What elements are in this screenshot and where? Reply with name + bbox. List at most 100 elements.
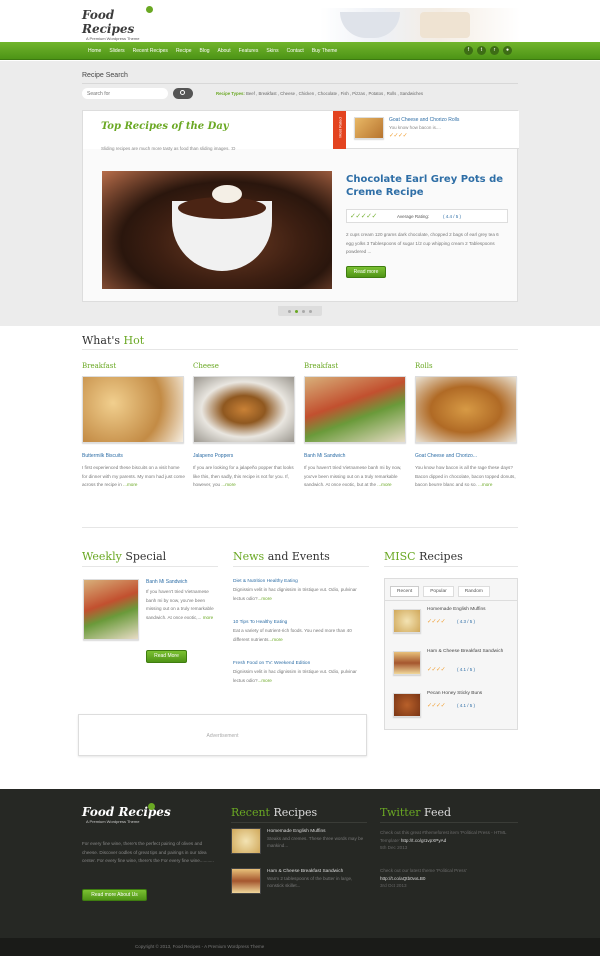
hot-item-more-link[interactable]: ...more [221, 482, 235, 487]
hot-item-category[interactable]: Rolls [415, 362, 518, 370]
misc-item-name[interactable]: Ham & Cheese Breakfast Sandwich [427, 649, 513, 656]
nav-item-features[interactable]: Features [235, 42, 263, 60]
tweet-link[interactable]: http://t.co/gI1vpXPyAd [401, 838, 446, 843]
misc-title-a: MISC [384, 550, 416, 563]
slider-dot-1[interactable] [288, 309, 291, 313]
tab-recent[interactable]: Recent [390, 586, 420, 597]
flickr-icon[interactable]: ● [503, 46, 512, 55]
hot-item-category[interactable]: Breakfast [304, 362, 407, 370]
news-item-title[interactable]: 10 Tips To Healthy Eating [233, 620, 369, 625]
footer-recent-title[interactable]: Homemade English Muffins [267, 829, 326, 834]
footer-recent-text: Steaks and cremes. These three words may… [267, 836, 364, 848]
hot-item-title[interactable]: Jalapeno Poppers [193, 453, 296, 459]
search-input[interactable] [82, 88, 168, 99]
misc-item-rating: ( 4.3 / 5 ) [457, 619, 476, 624]
most-rated-title[interactable]: Goat Cheese and Chorizo Rolls [389, 117, 459, 123]
advertisement-box[interactable]: Advertisement [78, 714, 367, 756]
hot-item-category[interactable]: Cheese [193, 362, 296, 370]
recipe-search-title: Recipe Search [82, 72, 128, 79]
twitter-icon[interactable]: t [477, 46, 486, 55]
hot-item-image[interactable] [82, 376, 184, 443]
search-button[interactable] [173, 88, 193, 99]
news-more-link[interactable]: ...more [258, 596, 272, 601]
slider-pagination [278, 306, 322, 316]
most-rated-text: You know how bacon is.... [389, 125, 441, 130]
weekly-item-title[interactable]: Banh Mi Sandwich [146, 579, 187, 585]
slider-dot-3[interactable] [302, 309, 305, 313]
news-item-text: Eat a variety of nutrient-rich foods. Yo… [233, 627, 369, 644]
news-heading: News and Events [233, 550, 330, 563]
news-item-title[interactable]: Fresh Food on TV: Weekend Edition [233, 661, 369, 666]
tab-popular[interactable]: Popular [423, 586, 454, 597]
misc-item-stars: ✓✓✓✓ [427, 619, 446, 625]
nav-item-recipe[interactable]: Recipe [172, 42, 196, 60]
rss-icon[interactable]: r [490, 46, 499, 55]
hot-item: Cheese Jalapeno Poppers If you are looki… [193, 362, 296, 490]
weekly-more-link[interactable]: more [203, 615, 213, 620]
news-title-b: and Events [267, 550, 330, 563]
misc-tabs: Recent Popular Random [390, 586, 490, 597]
news-more-link[interactable]: ...more [258, 678, 272, 683]
nav-item-skins[interactable]: Skins [262, 42, 282, 60]
footer-recent-title[interactable]: Ham & Cheese Breakfast Sandwich [267, 869, 343, 874]
footer-logo[interactable]: Food Recipes A Premium Wordpress Theme [82, 803, 172, 824]
misc-item-thumb[interactable] [393, 651, 421, 675]
nav-item-contact[interactable]: Contact [283, 42, 308, 60]
misc-item-thumb[interactable] [393, 693, 421, 717]
hot-item-more-link[interactable]: ...more [123, 482, 137, 487]
recipe-types-label: Recipe Types: [216, 91, 245, 96]
slider-dot-2[interactable] [295, 309, 298, 313]
weekly-image[interactable] [83, 579, 139, 640]
hot-item-title[interactable]: Buttermilk Biscuits [82, 453, 185, 459]
footer-recent-thumb[interactable] [231, 828, 261, 854]
weekly-read-more-button[interactable]: Read More [146, 650, 187, 663]
hot-item-category[interactable]: Breakfast [82, 362, 185, 370]
footer-recent-thumb[interactable] [231, 868, 261, 894]
hot-item-image[interactable] [415, 376, 517, 443]
misc-item-thumb[interactable] [393, 609, 421, 633]
news-more-link[interactable]: ...more [268, 637, 282, 642]
read-more-button[interactable]: Read more [346, 266, 386, 278]
nav-item-buy-theme[interactable]: Buy Theme [308, 42, 341, 60]
nav-items: Home Sliders Recent Recipes Recipe Blog … [84, 42, 341, 60]
top-recipes-subtitle: Sliding recipes are much more tasty as f… [101, 146, 236, 151]
nav-item-recent-recipes[interactable]: Recent Recipes [129, 42, 172, 60]
news-item-text: Dignissim velit in hac dignissim in tris… [233, 586, 369, 603]
slider-dot-4[interactable] [309, 309, 312, 313]
hot-item-image[interactable] [304, 376, 406, 443]
tweet-link[interactable]: http://t.co/aQtb0vxLB0 [380, 875, 516, 883]
top-recipes-panel: Top Recipes of the Day Sliding recipes a… [82, 110, 519, 302]
hot-item-image[interactable] [193, 376, 295, 443]
nav-item-blog[interactable]: Blog [196, 42, 214, 60]
hot-item-title[interactable]: Goat Cheese and Chorizo... [415, 453, 518, 459]
logo[interactable]: Food Recipes A Premium Wordpress Theme [82, 6, 162, 41]
recipe-types-list[interactable]: Beef , Breakfast , Cheese , Chicken , Ch… [246, 91, 423, 96]
news-item: 10 Tips To Healthy Eating Eat a variety … [233, 620, 369, 644]
feature-rating-stars: ✓✓✓✓✓ [350, 213, 377, 220]
hot-item: Breakfast Buttermilk Biscuits I first ex… [82, 362, 185, 490]
most-rated-label: Most Rated [337, 117, 343, 138]
hot-item-title[interactable]: Banh Mi Sandwich [304, 453, 407, 459]
misc-item: Homemade English Muffins ✓✓✓✓ ( 4.3 / 5 … [393, 607, 513, 639]
misc-item-stars: ✓✓✓✓ [427, 703, 446, 709]
header: Food Recipes A Premium Wordpress Theme [0, 0, 600, 42]
misc-item-name[interactable]: Pecan Honey Sticky Buns [427, 691, 513, 698]
most-rated-ribbon: Most Rated [333, 111, 346, 149]
misc-title-b: Recipes [419, 550, 463, 563]
feature-image[interactable] [102, 171, 332, 289]
feature-cream [212, 185, 242, 203]
tab-random[interactable]: Random [457, 586, 490, 597]
most-rated-thumb[interactable] [354, 117, 384, 139]
hot-item-more-link[interactable]: ...more [377, 482, 391, 487]
facebook-icon[interactable]: f [464, 46, 473, 55]
whats-hot-bottom-separator [82, 527, 518, 528]
feature-title[interactable]: Chocolate Earl Grey Pots de Creme Recipe [346, 173, 506, 199]
nav-item-about[interactable]: About [214, 42, 235, 60]
misc-item-name[interactable]: Homemade English Muffins [427, 607, 513, 614]
footer-about-button[interactable]: Read more About Us [82, 889, 147, 901]
hot-item-more-link[interactable]: ...more [478, 482, 492, 487]
news-item-title[interactable]: Diet & Nutrition Healthy Eating [233, 579, 369, 584]
nav-item-home[interactable]: Home [84, 42, 105, 60]
whats-hot-separator [82, 349, 518, 350]
nav-item-sliders[interactable]: Sliders [105, 42, 128, 60]
